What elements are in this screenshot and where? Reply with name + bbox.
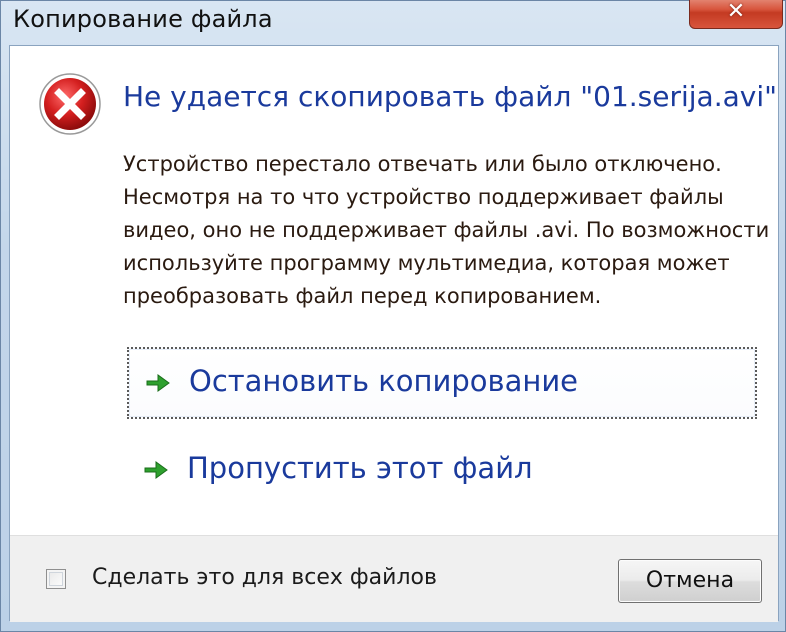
description-line: Устройство перестало отвечать или было о…: [123, 152, 722, 176]
cancel-button[interactable]: Отмена: [618, 559, 762, 603]
close-icon: ✕: [726, 0, 746, 24]
description-line: преобразовать файл перед копированием.: [123, 284, 602, 308]
main-instruction: Не удается скопировать файл "01.serija.a…: [123, 80, 777, 113]
skip-file-label: Пропустить этот файл: [187, 451, 533, 485]
description-line: Несмотря на то что устройство поддержива…: [123, 185, 724, 209]
error-icon: [39, 73, 101, 135]
green-arrow-icon: [146, 374, 170, 392]
green-arrow-icon: [144, 461, 168, 479]
title-bar[interactable]: Копирование файла ✕: [1, 0, 785, 45]
apply-to-all-checkbox[interactable]: [46, 569, 66, 589]
stop-copying-label: Остановить копирование: [189, 364, 579, 398]
error-description: Устройство перестало отвечать или было о…: [123, 148, 770, 313]
description-line: видео, оно не поддерживает файлы .avi. П…: [123, 218, 770, 242]
dialog-content: Не удается скопировать файл "01.serija.a…: [9, 45, 779, 622]
dialog-footer: Сделать это для всех файлов Отмена: [10, 535, 778, 622]
window-title: Копирование файла: [13, 5, 273, 33]
close-button[interactable]: ✕: [689, 0, 783, 29]
apply-to-all-label[interactable]: Сделать это для всех файлов: [92, 565, 437, 590]
description-line: используйте программу мультимедиа, котор…: [123, 251, 730, 275]
skip-file-command[interactable]: Пропустить этот файл: [127, 436, 757, 508]
dialog-window: Копирование файла ✕ Не удается скопирова…: [0, 0, 786, 632]
stop-copying-command[interactable]: Остановить копирование: [127, 347, 757, 419]
